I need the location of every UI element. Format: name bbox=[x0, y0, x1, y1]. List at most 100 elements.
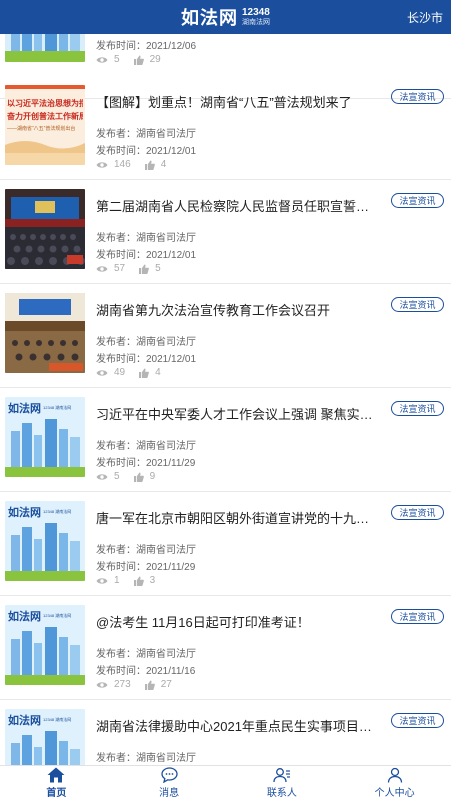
news-title[interactable]: 习近平在中央军委人才工作会议上强调 聚焦实现建军一百年奋斗目标 bbox=[96, 404, 378, 423]
like-count: 29 bbox=[149, 54, 161, 65]
logo-sub: 12348 湖南法网 bbox=[242, 7, 270, 27]
publish-date: 发布时间：2021/12/01 bbox=[96, 354, 197, 365]
publisher: 发布者：湖南省司法厅 bbox=[96, 337, 196, 348]
city-selector[interactable]: 长沙市 bbox=[407, 0, 443, 34]
item-stats: 5 9 bbox=[96, 471, 169, 482]
eye-icon bbox=[96, 265, 108, 272]
like-count: 5 bbox=[155, 263, 161, 274]
poster-text: 以习近平法治思想为指引 奋力开创普法工作新局 ——湖南省“八五”普法规划出台 bbox=[7, 97, 83, 136]
home-icon bbox=[47, 767, 65, 783]
contacts-icon bbox=[273, 768, 290, 783]
list-item[interactable]: 如法网 12348 湖南法网 湖南省法律援助中心2021年重点民生实事项目完成情… bbox=[0, 700, 451, 765]
news-title[interactable]: 湖南省法律援助中心2021年重点民生实事项目完成情况 bbox=[96, 716, 378, 735]
category-tag[interactable]: 法宣资讯 bbox=[391, 713, 444, 728]
eye-icon bbox=[96, 56, 108, 63]
thumb-logo: 如法网 12348 湖南法网 bbox=[8, 504, 71, 520]
publish-date: 发布时间：2021/12/06 bbox=[96, 41, 197, 52]
thumb-logo-sub: 12348 湖南法网 bbox=[43, 717, 72, 722]
like-count: 4 bbox=[160, 159, 167, 170]
news-title[interactable]: 第二届湖南省人民检察院人民监督员任职宣誓暨初任培训 bbox=[96, 196, 378, 215]
publish-date: 发布时间：2021/12/01 bbox=[96, 250, 197, 261]
publish-date: 发布时间：2021/12/01 bbox=[96, 146, 197, 157]
thumb-logo: 如法网 12348 湖南法网 bbox=[8, 400, 71, 416]
like-count: 27 bbox=[160, 679, 172, 690]
eye-icon bbox=[96, 577, 108, 584]
poster-line-3: ——湖南省“八五”普法规划出台 bbox=[7, 126, 76, 132]
news-thumbnail: 如法网 12348 湖南法网 bbox=[5, 501, 85, 581]
thumb-logo-sub: 12348 湖南法网 bbox=[43, 405, 72, 410]
logo-number: 12348 bbox=[242, 7, 270, 18]
item-stats: 57 5 bbox=[96, 263, 175, 274]
view-count: 146 bbox=[114, 159, 131, 170]
list-item[interactable]: 湖南省第九次法治宣传教育工作会议召开 法宣资讯 发布者：湖南省司法厅 发布时间：… bbox=[0, 284, 451, 388]
like-count: 9 bbox=[149, 471, 156, 482]
app-header: 如法网 12348 湖南法网 长沙市 bbox=[0, 0, 451, 34]
news-title[interactable]: 唐一军在北京市朝阳区朝外街道宣讲党的十九届六中全会精神 bbox=[96, 508, 378, 527]
thumb-logo: 如法网 12348 湖南法网 bbox=[8, 608, 71, 624]
tab-contacts[interactable]: 联系人 bbox=[226, 766, 339, 800]
item-stats: 273 27 bbox=[96, 679, 186, 690]
tab-home[interactable]: 首页 bbox=[0, 766, 113, 800]
item-stats: 1 3 bbox=[96, 575, 169, 586]
news-thumbnail: 以习近平法治思想为指引 奋力开创普法工作新局 ——湖南省“八五”普法规划出台 bbox=[5, 85, 85, 165]
item-stats: 146 4 bbox=[96, 159, 180, 170]
tab-messages[interactable]: 消息 bbox=[113, 766, 226, 800]
view-count: 5 bbox=[114, 54, 120, 65]
tab-label: 消息 bbox=[159, 788, 180, 799]
news-feed[interactable]: 发布时间：2021/12/06 5 29 以习近平法治思想为指引 奋力开创普法工… bbox=[0, 34, 451, 765]
thumbs-up-icon bbox=[144, 160, 155, 170]
poster-line-1: 以习近平法治思想为指引 bbox=[7, 99, 83, 108]
news-title[interactable]: @法考生 11月16日起可打印准考证！ bbox=[96, 612, 378, 631]
poster-line-2: 奋力开创普法工作新局 bbox=[7, 112, 83, 121]
publisher: 发布者：湖南省司法厅 bbox=[96, 753, 196, 764]
news-thumbnail bbox=[5, 293, 85, 373]
publish-date: 发布时间：2021/11/16 bbox=[96, 666, 196, 677]
category-tag[interactable]: 法宣资讯 bbox=[391, 401, 444, 416]
tab-label: 首页 bbox=[46, 788, 67, 799]
thumb-logo-text: 如法网 bbox=[8, 715, 41, 727]
publish-date: 发布时间：2021/11/29 bbox=[96, 458, 196, 469]
publisher: 发布者：湖南省司法厅 bbox=[96, 545, 196, 556]
list-item[interactable]: 以习近平法治思想为指引 奋力开创普法工作新局 ——湖南省“八五”普法规划出台 【… bbox=[0, 76, 451, 180]
view-count: 5 bbox=[114, 471, 120, 482]
item-stats: 49 4 bbox=[96, 367, 175, 378]
like-count: 4 bbox=[155, 367, 161, 378]
logo-main-text: 如法网 bbox=[181, 8, 238, 29]
thumbs-up-icon bbox=[144, 680, 155, 690]
publish-date: 发布时间：2021/11/29 bbox=[96, 562, 196, 573]
list-item[interactable]: 如法网 12348 湖南法网 唐一军在北京市朝阳区朝外街道宣讲党的十九届六中全会… bbox=[0, 492, 451, 596]
category-tag[interactable]: 法宣资讯 bbox=[391, 297, 444, 312]
thumb-logo-text: 如法网 bbox=[8, 403, 41, 415]
news-title[interactable]: 【图解】划重点！湖南省“八五”普法规划来了 bbox=[96, 92, 378, 111]
like-count: 3 bbox=[149, 575, 156, 586]
view-count: 49 bbox=[114, 367, 126, 378]
eye-icon bbox=[96, 473, 108, 480]
list-item[interactable]: 如法网 12348 湖南法网 @法考生 11月16日起可打印准考证！ 法宣资讯 … bbox=[0, 596, 451, 700]
category-tag[interactable]: 法宣资讯 bbox=[391, 609, 444, 624]
category-tag[interactable]: 法宣资讯 bbox=[391, 505, 444, 520]
tab-label: 联系人 bbox=[266, 788, 297, 799]
list-item[interactable]: 第二届湖南省人民检察院人民监督员任职宣誓暨初任培训 法宣资讯 发布者：湖南省司法… bbox=[0, 180, 451, 284]
item-stats: 5 29 bbox=[96, 54, 175, 65]
thumb-logo: 如法网 12348 湖南法网 bbox=[8, 712, 71, 728]
category-tag[interactable]: 法宣资讯 bbox=[391, 89, 444, 104]
news-title[interactable]: 湖南省第九次法治宣传教育工作会议召开 bbox=[96, 300, 378, 319]
logo-tagline: 湖南法网 bbox=[242, 19, 270, 26]
person-icon bbox=[387, 767, 402, 783]
app-logo: 如法网 12348 湖南法网 bbox=[181, 4, 270, 30]
tab-profile[interactable]: 个人中心 bbox=[338, 766, 451, 800]
eye-icon bbox=[96, 681, 108, 688]
category-tag[interactable]: 法宣资讯 bbox=[391, 193, 444, 208]
bottom-tab-bar: 首页 消息 联系人 个人中心 bbox=[0, 765, 451, 800]
thumb-logo-text: 如法网 bbox=[8, 507, 41, 519]
thumbs-up-icon bbox=[133, 55, 144, 65]
publisher: 发布者：湖南省司法厅 bbox=[96, 233, 196, 244]
thumbs-up-icon bbox=[139, 368, 149, 378]
publisher: 发布者：湖南省司法厅 bbox=[96, 441, 196, 452]
thumb-logo-sub: 12348 湖南法网 bbox=[43, 509, 72, 514]
message-icon bbox=[160, 767, 178, 783]
news-thumbnail: 如法网 12348 湖南法网 bbox=[5, 709, 85, 765]
list-item[interactable]: 如法网 12348 湖南法网 习近平在中央军委人才工作会议上强调 聚焦实现建军一… bbox=[0, 388, 451, 492]
view-count: 1 bbox=[114, 575, 120, 586]
view-count: 57 bbox=[114, 263, 126, 274]
